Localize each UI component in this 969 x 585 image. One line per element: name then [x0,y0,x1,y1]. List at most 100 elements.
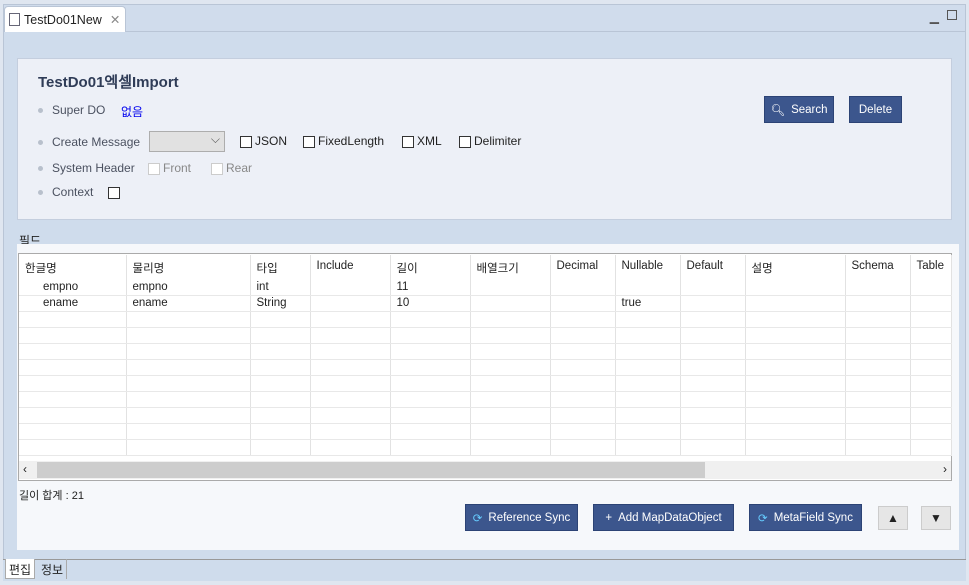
table-cell[interactable] [910,359,952,376]
table-cell[interactable] [680,359,746,376]
table-cell[interactable] [550,439,616,456]
table-cell[interactable] [19,439,127,456]
table-cell[interactable] [19,375,127,392]
table-cell[interactable] [745,311,846,328]
table-cell[interactable] [680,407,746,424]
table-cell[interactable] [19,311,127,328]
column-header[interactable]: Include [310,255,391,279]
create-message-select[interactable]: ⌵ [149,131,225,152]
table-cell[interactable] [470,279,551,296]
table-cell[interactable] [680,311,746,328]
table-cell[interactable] [550,327,616,344]
table-cell[interactable] [615,359,681,376]
table-cell[interactable] [310,343,391,360]
table-cell[interactable] [310,407,391,424]
table-cell[interactable] [845,407,911,424]
table-cell[interactable] [250,359,311,376]
table-row[interactable] [19,391,952,408]
column-header[interactable]: 물리명 [126,255,251,279]
table-cell[interactable] [845,327,911,344]
table-row[interactable] [19,343,952,360]
super-do-link[interactable]: 없음 [121,103,143,120]
column-header[interactable]: 설명 [745,255,846,279]
column-header[interactable]: 배열크기 [470,255,551,279]
table-cell[interactable] [680,423,746,440]
table-cell[interactable] [615,375,681,392]
table-cell[interactable]: int [250,279,311,296]
maximize-icon[interactable] [947,10,957,20]
table-cell[interactable] [250,311,311,328]
table-cell[interactable] [845,343,911,360]
table-cell[interactable] [390,375,471,392]
table-cell[interactable] [470,439,551,456]
table-cell[interactable] [470,391,551,408]
table-cell[interactable] [615,391,681,408]
column-header[interactable]: 타입 [250,255,311,279]
table-cell[interactable] [250,391,311,408]
table-cell[interactable] [615,343,681,360]
rear-checkbox[interactable]: Rear [211,161,252,175]
table-cell[interactable] [745,391,846,408]
table-cell[interactable] [550,311,616,328]
table-cell[interactable] [615,279,681,296]
table-cell[interactable] [745,359,846,376]
fixedlength-checkbox[interactable]: FixedLength [303,134,384,148]
table-cell[interactable] [126,359,251,376]
editor-tab[interactable]: TestDo01New ✕ [4,6,126,32]
context-checkbox[interactable] [108,185,123,199]
table-cell[interactable] [550,279,616,296]
front-checkbox[interactable]: Front [148,161,191,175]
table-row[interactable]: empno empno int 11 [19,279,952,296]
table-cell[interactable] [470,343,551,360]
table-cell[interactable] [745,279,846,296]
table-cell[interactable] [550,423,616,440]
table-cell[interactable] [390,327,471,344]
table-cell[interactable] [310,359,391,376]
table-cell[interactable] [615,311,681,328]
table-cell[interactable] [845,311,911,328]
table-cell[interactable] [310,279,391,296]
table-cell[interactable] [19,343,127,360]
table-cell[interactable] [126,423,251,440]
table-row[interactable]: ename ename String 10 true [19,295,952,312]
table-cell[interactable] [680,279,746,296]
table-cell[interactable] [310,391,391,408]
horizontal-scrollbar[interactable]: ‹ › [19,461,951,479]
table-cell[interactable] [550,375,616,392]
minimize-icon[interactable]: ▁ [930,10,939,24]
column-header[interactable]: Default [680,255,746,279]
table-cell[interactable] [845,423,911,440]
table-cell[interactable]: 10 [390,295,471,312]
table-cell[interactable] [126,343,251,360]
table-cell[interactable] [550,359,616,376]
table-cell[interactable] [680,375,746,392]
delimiter-checkbox[interactable]: Delimiter [459,134,521,148]
column-header[interactable]: Nullable [615,255,681,279]
table-cell[interactable] [910,375,952,392]
table-cell[interactable] [390,311,471,328]
table-cell[interactable] [390,359,471,376]
table-cell[interactable] [390,391,471,408]
scrollbar-thumb[interactable] [37,462,705,478]
table-cell[interactable] [390,407,471,424]
table-row[interactable] [19,327,952,344]
table-cell[interactable] [390,423,471,440]
table-cell[interactable] [680,295,746,312]
search-button[interactable]: 🔍︎ Search [764,96,834,123]
table-cell[interactable]: true [615,295,681,312]
table-cell[interactable] [250,439,311,456]
table-cell[interactable] [470,375,551,392]
table-cell[interactable] [745,343,846,360]
table-cell[interactable] [910,391,952,408]
move-up-button[interactable]: ▲ [878,506,908,530]
table-cell[interactable] [250,407,311,424]
table-row[interactable] [19,311,952,328]
table-row[interactable] [19,423,952,440]
table-cell[interactable] [745,439,846,456]
table-cell[interactable] [615,423,681,440]
table-cell[interactable] [310,375,391,392]
add-mapdataobject-button[interactable]: + Add MapDataObject [593,504,734,531]
table-cell[interactable] [845,359,911,376]
column-header[interactable]: Decimal [550,255,616,279]
table-cell[interactable] [745,295,846,312]
